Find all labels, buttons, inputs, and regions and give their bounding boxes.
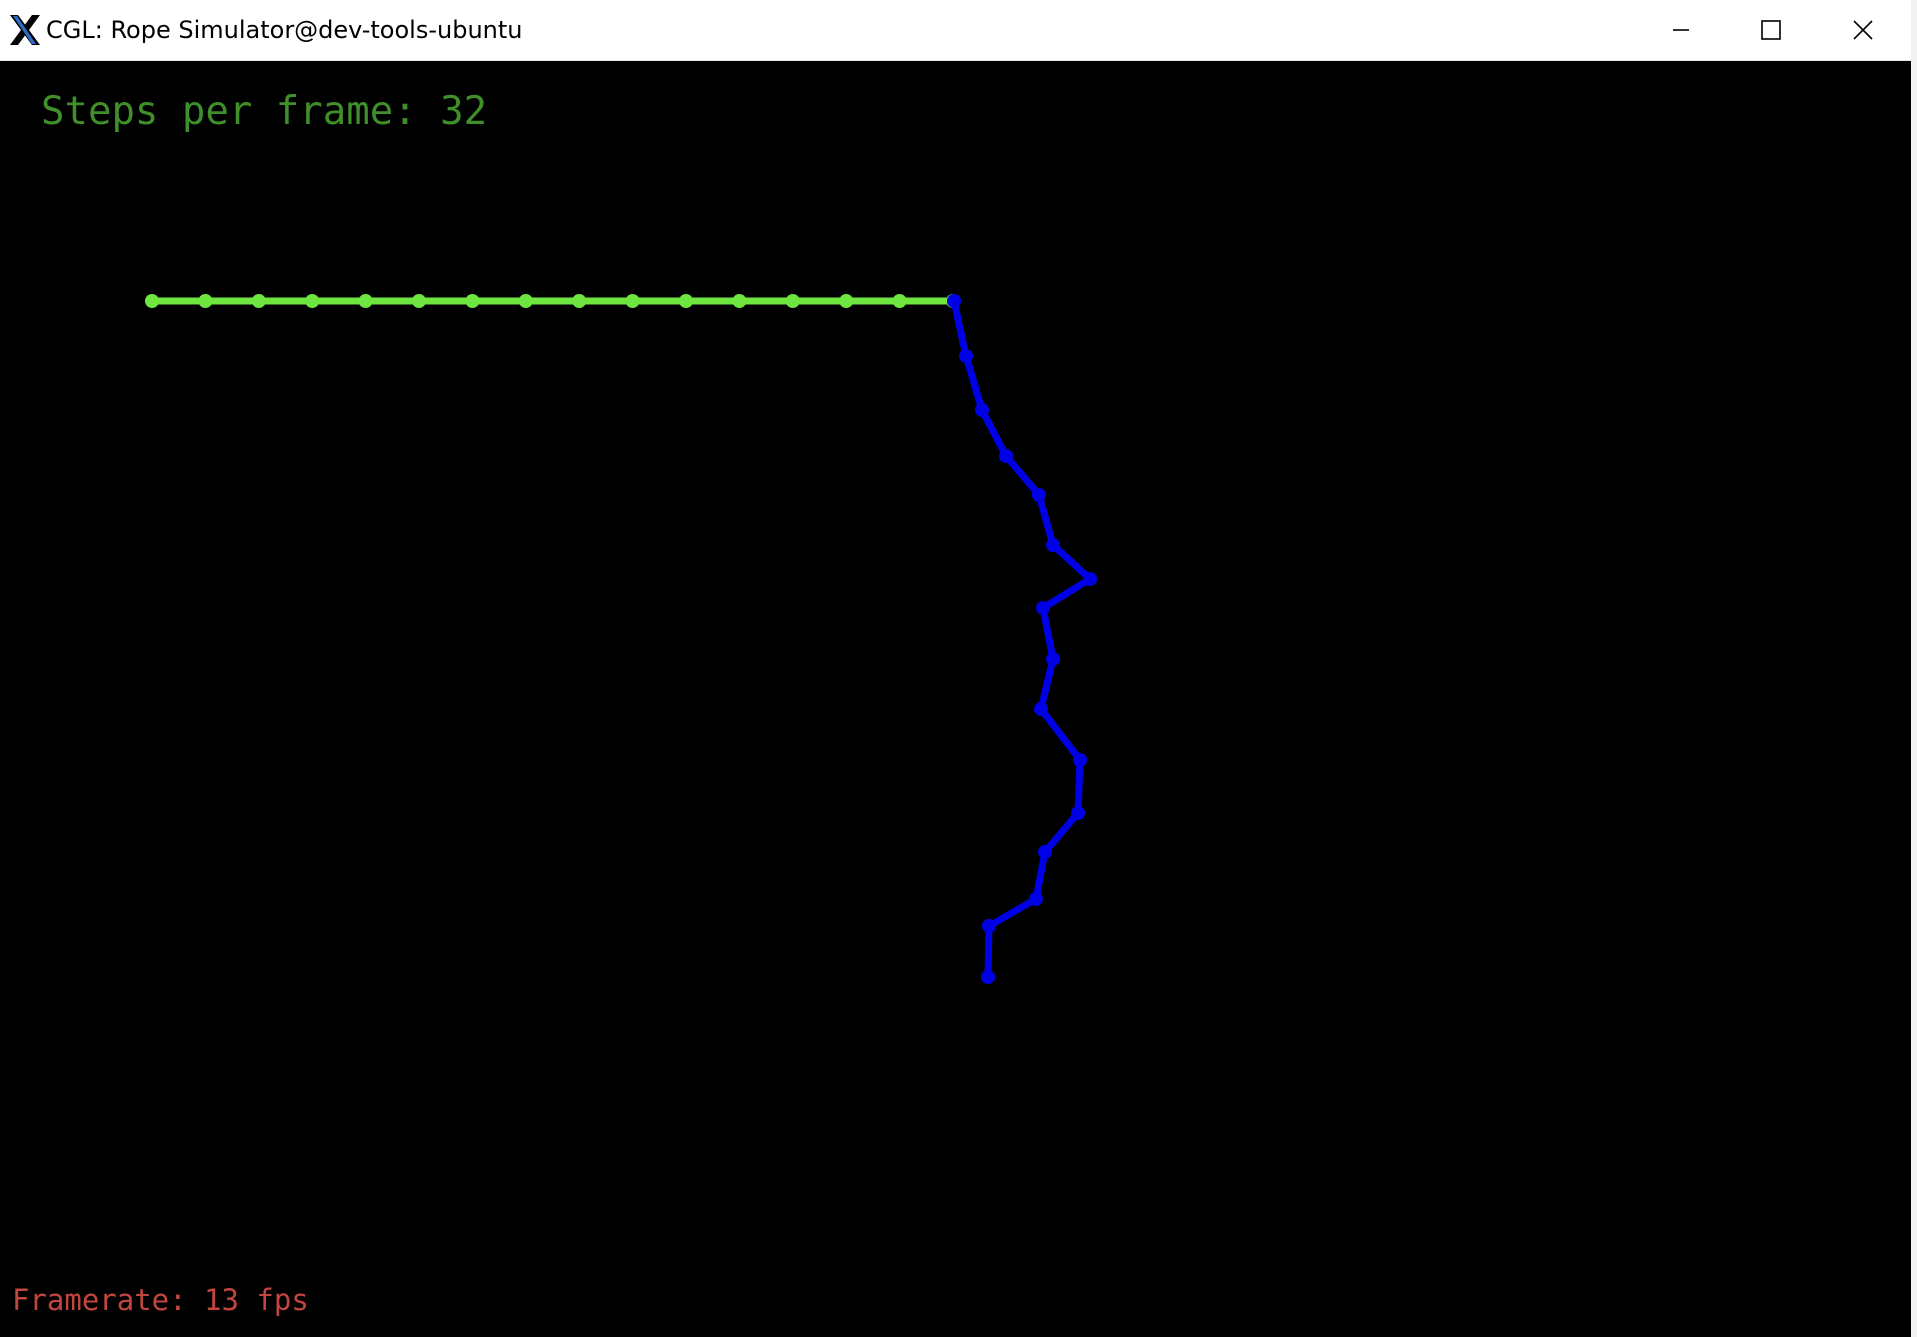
- blue-rope-segment: [1032, 848, 1049, 903]
- blue-rope-segment: [950, 297, 970, 360]
- blue-rope-segment: [1035, 491, 1057, 549]
- green-rope: [145, 294, 960, 308]
- minimize-icon: [1673, 29, 1689, 31]
- blue-rope-segment: [962, 352, 986, 414]
- green-rope-node: [251, 294, 266, 308]
- blue-rope-node: [1032, 488, 1046, 502]
- minimize-button[interactable]: [1636, 0, 1726, 60]
- blue-rope-segment: [985, 895, 1040, 930]
- app-window: CGL: Rope Simulator@dev-tools-ubuntu Ste…: [0, 0, 1914, 1337]
- green-rope-node: [732, 294, 747, 308]
- green-rope-node: [465, 294, 480, 308]
- framerate-label: Framerate: 13 fps: [12, 1283, 309, 1317]
- green-rope-node: [305, 294, 320, 308]
- blue-rope-node: [1071, 806, 1085, 820]
- rope-scene: [145, 294, 1097, 984]
- blue-rope-node: [947, 294, 961, 308]
- title-bar[interactable]: CGL: Rope Simulator@dev-tools-ubuntu: [0, 0, 1914, 61]
- blue-rope-segment: [978, 406, 1010, 460]
- green-rope-node: [679, 294, 693, 308]
- blue-rope-segment: [1074, 756, 1084, 817]
- green-rope-node: [518, 294, 533, 308]
- blue-rope-node: [999, 449, 1013, 463]
- blue-rope-node: [981, 970, 995, 984]
- maximize-icon: [1761, 20, 1781, 40]
- blue-rope: [947, 294, 1097, 984]
- green-rope-node: [839, 294, 854, 308]
- blue-rope-segment: [1041, 809, 1082, 856]
- window-edge: [1911, 0, 1917, 1337]
- blue-rope-node: [1083, 572, 1097, 586]
- blue-rope-node: [1038, 845, 1052, 859]
- blue-rope-segment: [1039, 575, 1094, 612]
- green-rope-node: [625, 294, 640, 308]
- blue-rope-segment: [1002, 452, 1043, 499]
- blue-rope-segment: [1049, 541, 1094, 583]
- blue-rope-segment: [1037, 705, 1084, 764]
- blue-rope-segment: [984, 922, 993, 981]
- blue-rope-node: [975, 403, 989, 417]
- green-rope-node: [198, 294, 213, 308]
- x11-logo-icon: [10, 15, 40, 45]
- maximize-button[interactable]: [1726, 0, 1816, 60]
- green-rope-node: [358, 294, 373, 308]
- simulation-canvas[interactable]: Steps per frame: 32 Framerate: 13 fps: [0, 61, 1911, 1337]
- steps-per-frame-label: Steps per frame: 32: [41, 89, 488, 134]
- blue-rope-node: [1046, 652, 1060, 666]
- blue-rope-node: [1034, 702, 1048, 716]
- blue-rope-node: [1046, 538, 1060, 552]
- blue-rope-node: [1029, 892, 1043, 906]
- window-title: CGL: Rope Simulator@dev-tools-ubuntu: [46, 16, 523, 44]
- blue-rope-segment: [1037, 655, 1057, 713]
- blue-rope-segment: [1039, 604, 1057, 663]
- green-rope-node: [412, 294, 426, 308]
- green-rope-node: [785, 294, 800, 308]
- green-rope-node: [572, 294, 587, 308]
- close-icon: [1853, 20, 1873, 40]
- green-rope-node: [145, 294, 159, 308]
- blue-rope-node: [1073, 753, 1087, 767]
- close-button[interactable]: [1818, 0, 1908, 60]
- blue-rope-node: [982, 919, 996, 933]
- blue-rope-node: [959, 349, 973, 363]
- green-rope-node: [892, 294, 907, 308]
- blue-rope-node: [1036, 601, 1050, 615]
